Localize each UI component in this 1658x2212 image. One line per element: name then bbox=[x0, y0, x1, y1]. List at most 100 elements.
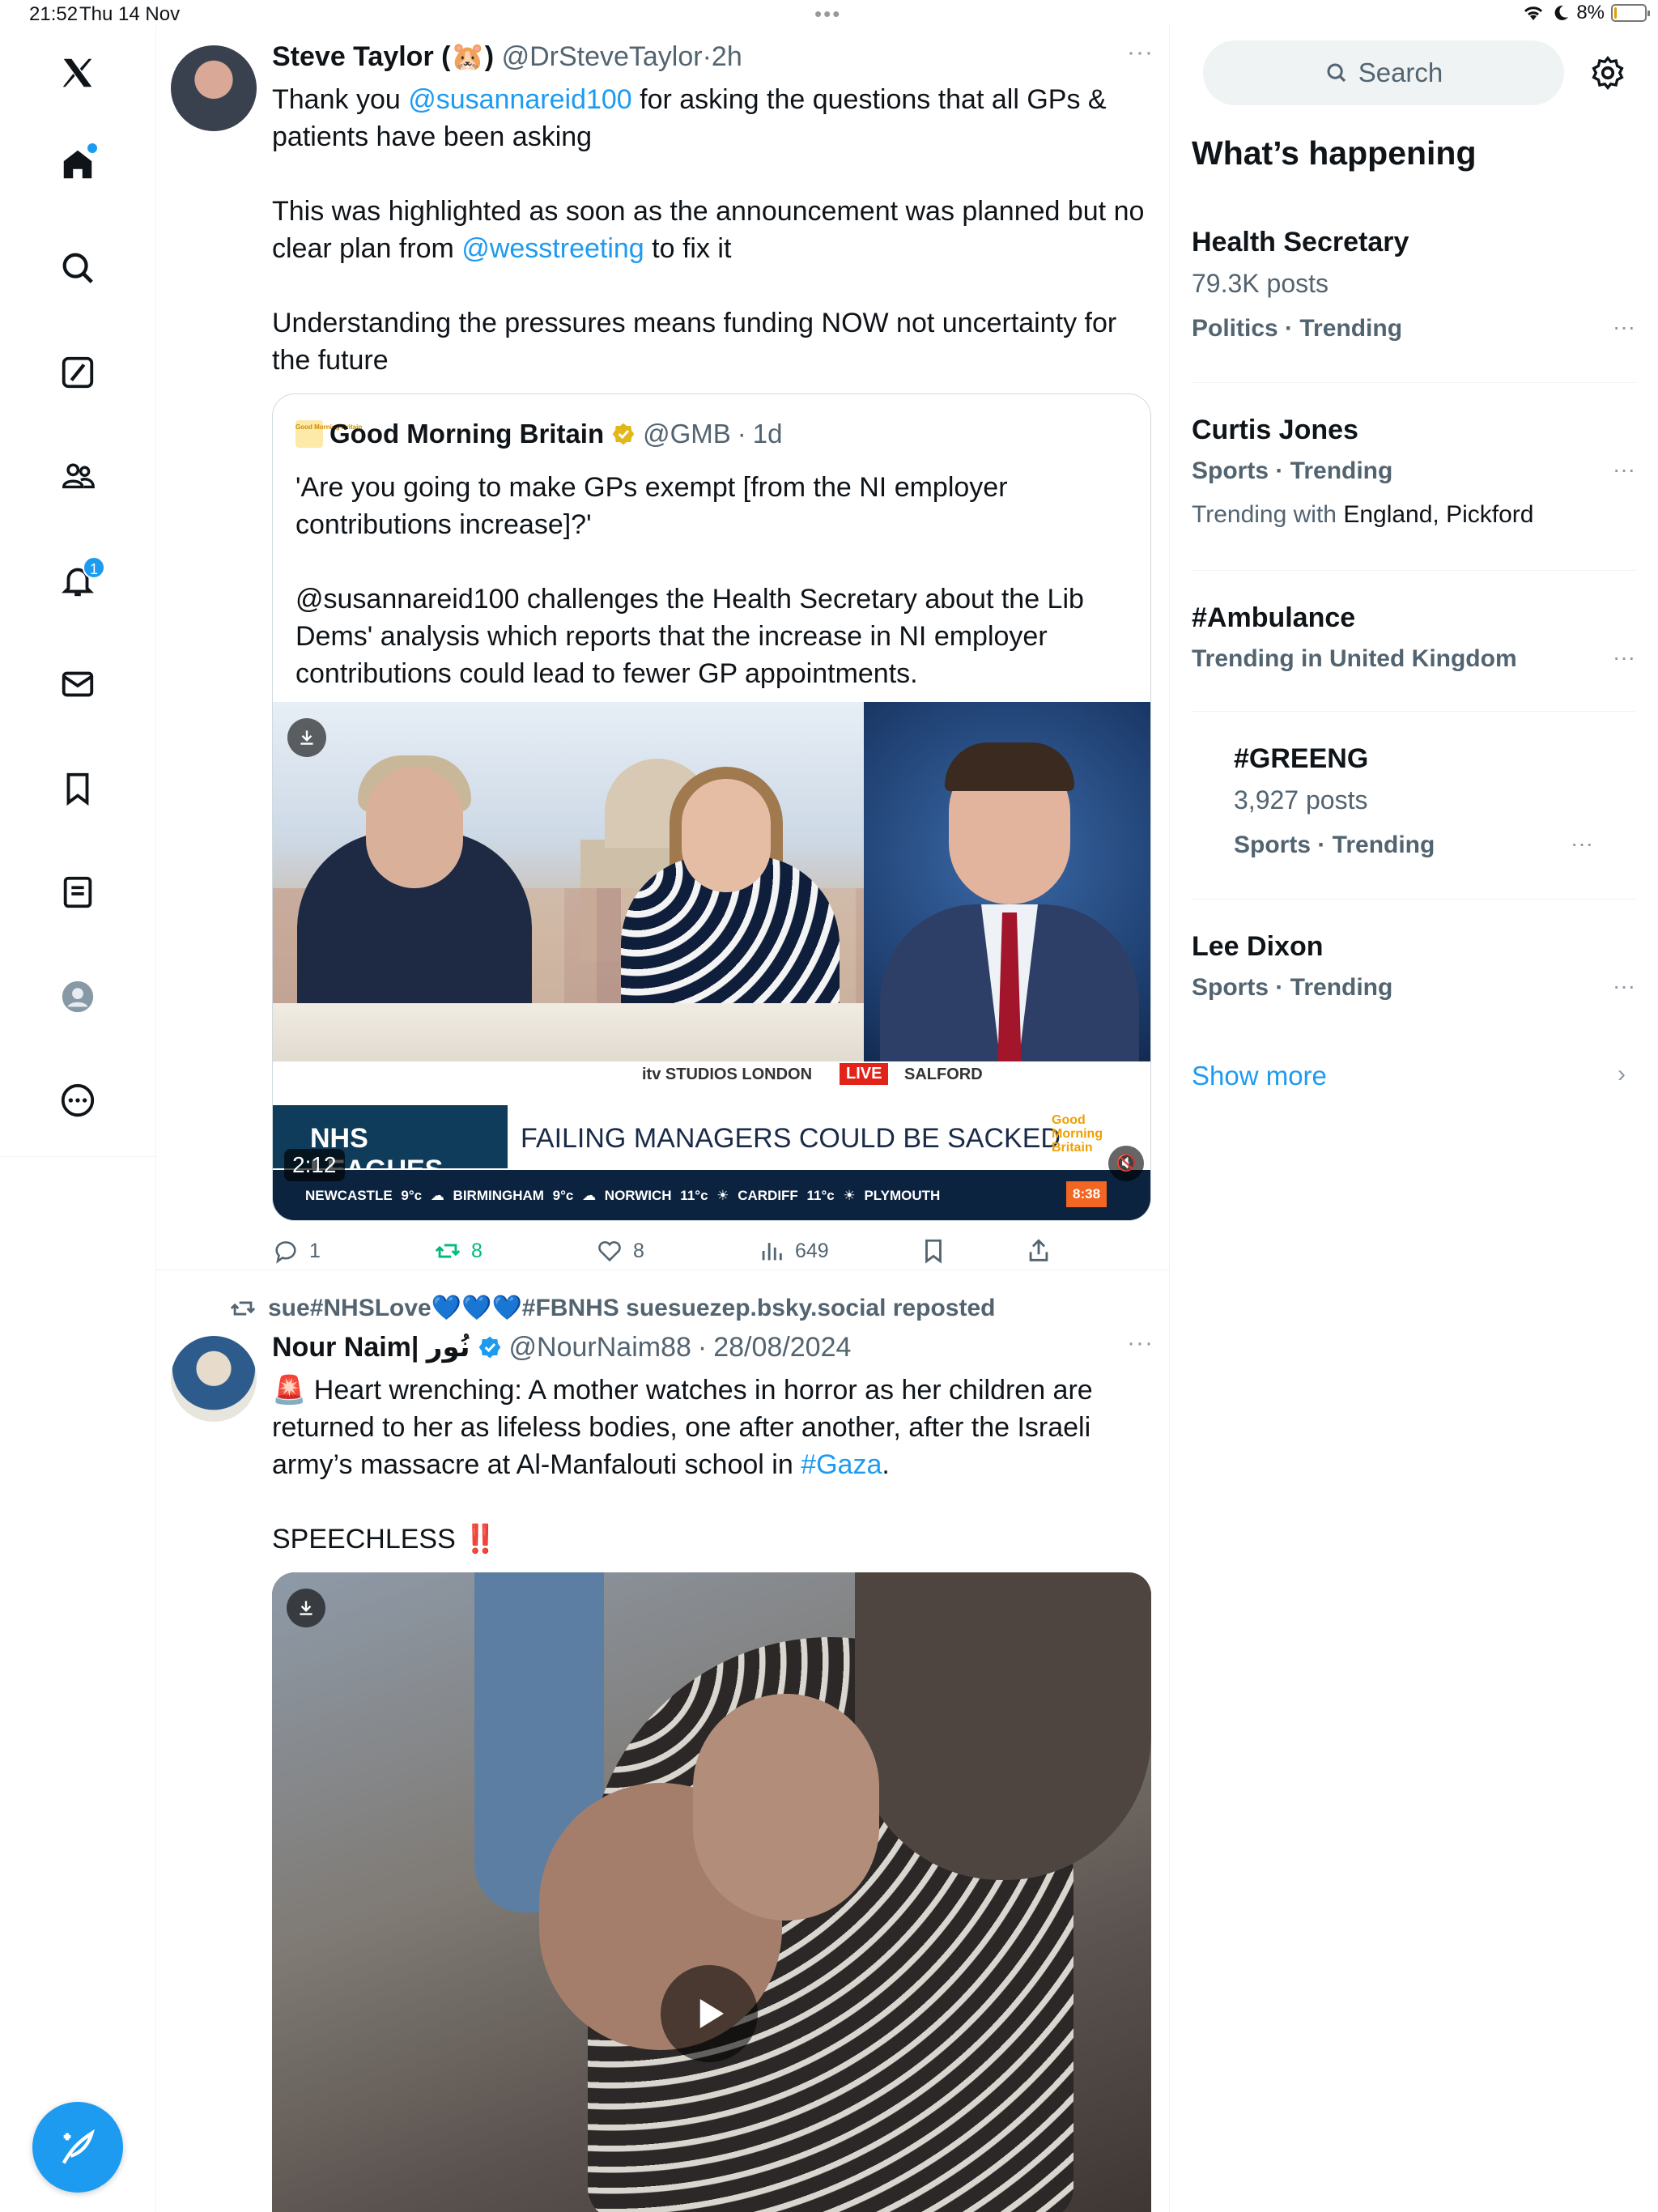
lists-icon[interactable] bbox=[45, 860, 110, 925]
repost-icon bbox=[230, 1301, 256, 1315]
tweet-more-icon[interactable]: ··· bbox=[1127, 39, 1154, 66]
trend-count: 3,927 posts bbox=[1234, 785, 1368, 815]
timeline: Steve Taylor (🐹) @DrSteveTaylor·2h ··· T… bbox=[156, 24, 1170, 2212]
more-icon[interactable] bbox=[45, 1068, 110, 1133]
trend-item[interactable]: Lee Dixon Sports · Trending ··· bbox=[1192, 928, 1635, 1010]
trend-name: Curtis Jones bbox=[1192, 415, 1358, 445]
bookmark-button[interactable] bbox=[920, 1237, 947, 1265]
trend-divider bbox=[1192, 382, 1635, 383]
tweet-time[interactable]: 28/08/2024 bbox=[713, 1332, 851, 1363]
download-icon[interactable] bbox=[287, 1589, 325, 1627]
trend-item[interactable]: #GREENG 3,927 posts Sports · Trending ··… bbox=[1234, 740, 1635, 868]
reply-button[interactable]: 1 bbox=[272, 1237, 321, 1265]
hashtag-link[interactable]: #Gaza bbox=[801, 1449, 882, 1480]
reply-icon bbox=[275, 1241, 296, 1264]
live-badge: LIVE bbox=[840, 1063, 889, 1085]
text-segment: Understanding the pressures means fundin… bbox=[272, 308, 1124, 376]
trend-count: 79.3K posts bbox=[1192, 269, 1329, 298]
compose-button[interactable] bbox=[32, 2102, 123, 2193]
messages-icon[interactable] bbox=[45, 652, 110, 717]
explore-icon[interactable] bbox=[45, 236, 110, 300]
chevron-right-icon[interactable]: › bbox=[1618, 1061, 1626, 1088]
trend-divider bbox=[1192, 711, 1635, 712]
notifications-icon[interactable]: 1 bbox=[45, 548, 110, 613]
views-button[interactable]: 649 bbox=[758, 1237, 829, 1265]
trend-divider bbox=[1192, 570, 1635, 571]
home-icon[interactable] bbox=[45, 132, 110, 197]
repost-count: 8 bbox=[471, 1239, 483, 1262]
mute-icon[interactable]: 🔇 bbox=[1108, 1146, 1144, 1181]
quote-author-name: Good Morning Britain bbox=[329, 419, 605, 449]
trend-more-icon[interactable]: ··· bbox=[1613, 973, 1635, 999]
studio-scene bbox=[273, 702, 864, 1089]
compose-feather-icon bbox=[62, 2129, 95, 2164]
repost-button[interactable]: 8 bbox=[434, 1237, 483, 1265]
x-logo-icon[interactable] bbox=[45, 40, 110, 105]
text-segment: . bbox=[882, 1449, 890, 1480]
weather-ticker: NEWCASTLE 9°c ☁ BIRMINGHAM 9°c ☁ NORWICH… bbox=[273, 1170, 1150, 1220]
trend-with-names: England, Pickford bbox=[1343, 501, 1534, 528]
text-segment: Heart wrenching: A mother watches in hor… bbox=[272, 1375, 1101, 1480]
show-more-link[interactable]: Show more bbox=[1192, 1061, 1327, 1091]
right-sidebar: Search What’s happening Health Secretary… bbox=[1171, 24, 1658, 2212]
battery-icon bbox=[1611, 4, 1650, 22]
status-date: Thu 14 Nov bbox=[79, 3, 181, 25]
trend-with: Trending with England, Pickford bbox=[1192, 494, 1635, 536]
share-button[interactable] bbox=[1025, 1237, 1052, 1265]
play-icon[interactable] bbox=[661, 1965, 758, 2062]
like-count: 8 bbox=[633, 1239, 644, 1262]
heart-icon bbox=[598, 1240, 621, 1262]
whats-happening-title: What’s happening bbox=[1192, 134, 1477, 172]
trend-more-icon[interactable]: ··· bbox=[1613, 457, 1635, 483]
tweet-text: Thank you @susannareid100 for asking the… bbox=[272, 81, 1154, 379]
tweet-video[interactable] bbox=[272, 1572, 1151, 2212]
trend-item[interactable]: Health Secretary 79.3K posts Politics · … bbox=[1192, 223, 1635, 351]
text-segment: SPEECHLESS bbox=[272, 1524, 464, 1555]
author-handle[interactable]: @NourNaim88 bbox=[509, 1332, 691, 1363]
avatar[interactable] bbox=[171, 1336, 257, 1422]
quoted-tweet[interactable]: Good Morning Britain Good Morning Britai… bbox=[272, 393, 1151, 1221]
tweet-header: Steve Taylor (🐹) @DrSteveTaylor·2h bbox=[272, 40, 742, 73]
quote-time: 1d bbox=[752, 419, 783, 449]
author-handle[interactable]: @DrSteveTaylor bbox=[502, 41, 703, 72]
quote-text: 'Are you going to make GPs exempt [from … bbox=[295, 472, 1084, 689]
tweet-more-icon[interactable]: ··· bbox=[1127, 1329, 1154, 1357]
wifi-icon bbox=[1524, 6, 1543, 20]
mention-link[interactable]: @susannareid100 bbox=[408, 84, 631, 115]
header-separator: · bbox=[737, 419, 746, 449]
trend-more-icon[interactable]: ··· bbox=[1613, 644, 1635, 670]
communities-icon[interactable] bbox=[45, 444, 110, 508]
tweet-time[interactable]: 2h bbox=[712, 41, 742, 72]
video-duration: 2:12 bbox=[284, 1149, 345, 1181]
grok-icon[interactable] bbox=[45, 340, 110, 405]
trend-item[interactable]: Curtis Jones Sports · Trending Trending … bbox=[1192, 411, 1635, 536]
like-button[interactable]: 8 bbox=[596, 1237, 644, 1265]
quote-video[interactable]: itv STUDIOS LONDON LIVE SALFORD NHS LEAG… bbox=[273, 702, 1150, 1220]
trend-more-icon[interactable]: ··· bbox=[1613, 314, 1635, 340]
header-separator: · bbox=[697, 1331, 708, 1363]
multitask-dots-icon[interactable]: ••• bbox=[814, 2, 841, 27]
settings-gear-icon[interactable] bbox=[1584, 49, 1632, 97]
notifications-badge: 1 bbox=[83, 556, 105, 579]
download-icon[interactable] bbox=[287, 718, 326, 757]
trend-name: #Ambulance bbox=[1192, 602, 1356, 633]
mention-link[interactable]: @wesstreeting bbox=[461, 233, 644, 264]
author-name[interactable]: Steve Taylor (🐹) bbox=[272, 41, 494, 72]
trend-name: Lee Dixon bbox=[1192, 931, 1324, 962]
profile-icon[interactable] bbox=[45, 964, 110, 1029]
bookmarks-icon[interactable] bbox=[45, 756, 110, 821]
reply-count: 1 bbox=[309, 1239, 321, 1262]
repost-context: sue#NHSLove💙💙💙#FBNHS suesuezep.bsky.soci… bbox=[229, 1294, 995, 1322]
search-icon bbox=[1327, 63, 1346, 83]
trend-category: Sports · Trending bbox=[1192, 457, 1393, 484]
trend-category: Sports · Trending bbox=[1192, 974, 1393, 1001]
trend-divider bbox=[1192, 899, 1635, 900]
avatar[interactable] bbox=[171, 45, 257, 131]
banner-brand: Good Morning Britain bbox=[1052, 1113, 1103, 1155]
nav-divider bbox=[0, 1156, 156, 1157]
trend-more-icon[interactable]: ··· bbox=[1571, 831, 1593, 857]
reposted-by[interactable]: sue#NHSLove💙💙💙#FBNHS suesuezep.bsky.soci… bbox=[268, 1294, 995, 1322]
search-input[interactable]: Search bbox=[1203, 40, 1564, 105]
trend-item[interactable]: #Ambulance Trending in United Kingdom ··… bbox=[1192, 599, 1635, 682]
author-name[interactable]: Nour Naim| نُور bbox=[272, 1331, 470, 1363]
